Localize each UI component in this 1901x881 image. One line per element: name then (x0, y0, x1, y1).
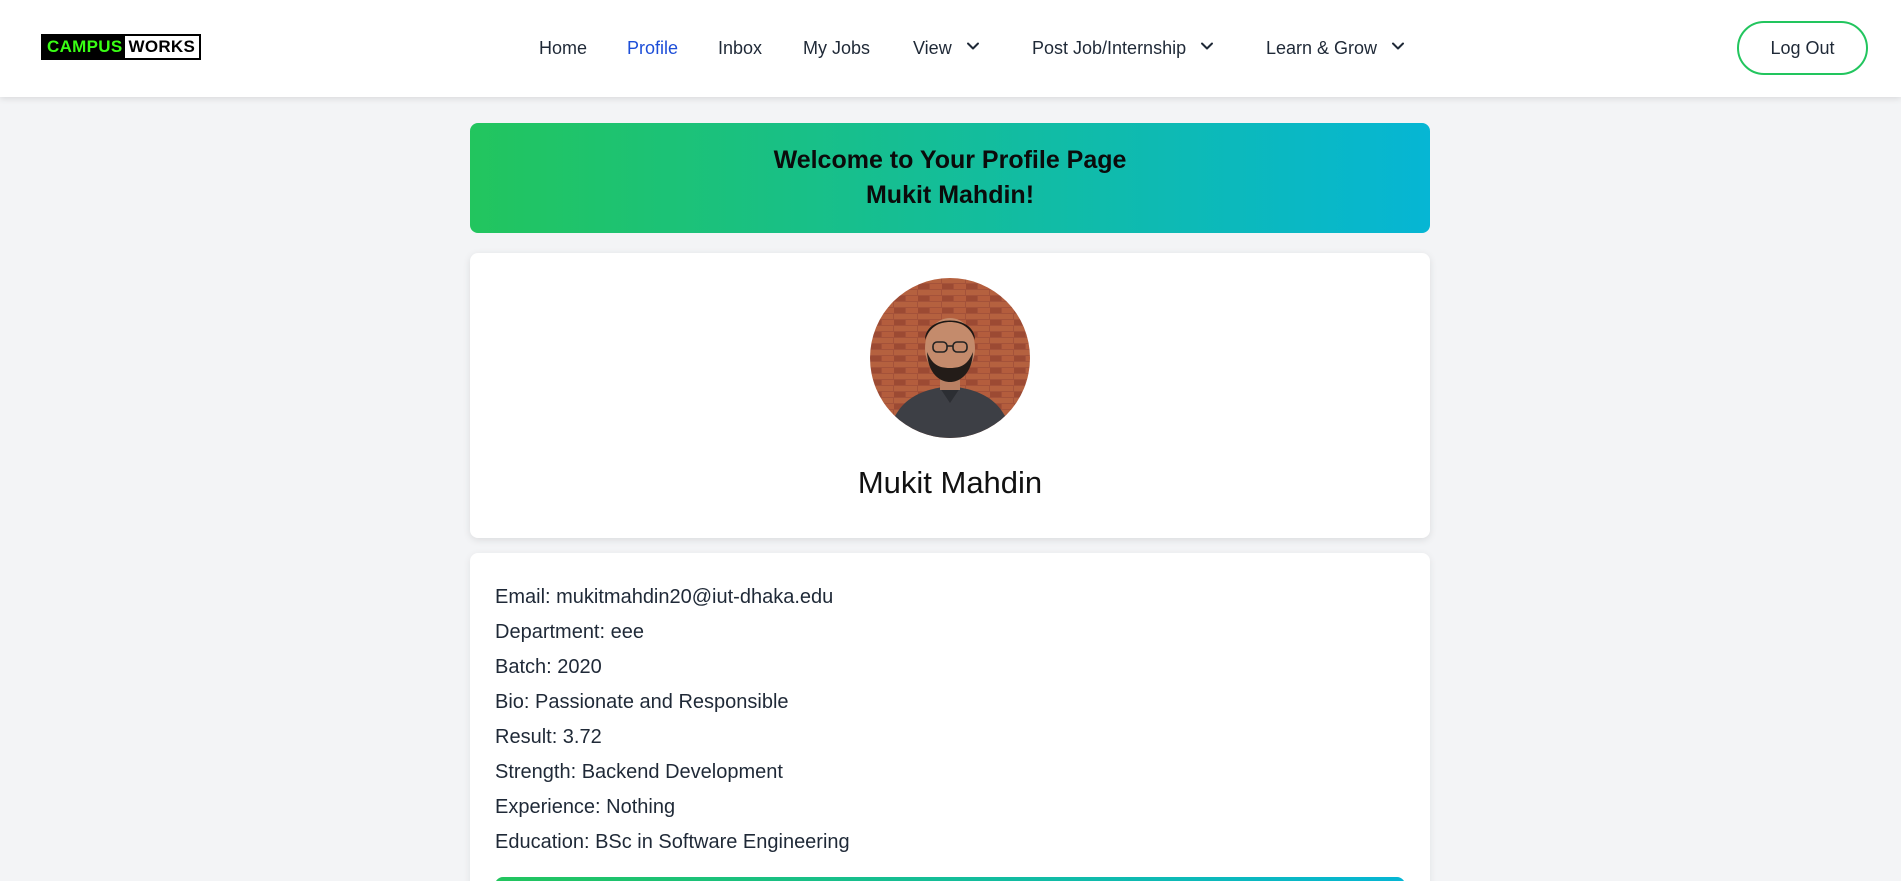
nav-view-label: View (913, 38, 952, 58)
profile-page: CAMPUS WORKS Home Profile Inbox My Jobs … (0, 0, 1901, 881)
nav-inbox-link[interactable]: Inbox (718, 36, 762, 60)
detail-batch: Batch: 2020 (495, 656, 602, 678)
welcome-banner: Welcome to Your Profile Page Mukit Mahdi… (470, 123, 1430, 233)
detail-experience: Experience: Nothing (495, 796, 676, 818)
welcome-heading: Welcome to Your Profile Page (773, 146, 1127, 174)
nav-learn-grow-label: Learn & Grow (1266, 38, 1378, 58)
nav-home-link[interactable]: Home (539, 36, 587, 60)
top-navbar: CAMPUS WORKS Home Profile Inbox My Jobs … (0, 0, 1901, 97)
nav-view-dropdown[interactable]: View (913, 36, 980, 60)
nav-my-jobs-link[interactable]: My Jobs (803, 36, 870, 60)
profile-name: Mukit Mahdin (857, 465, 1043, 500)
detail-strength: Strength: Backend Development (495, 761, 783, 783)
chevron-down-icon (1391, 39, 1405, 53)
welcome-user-name: Mukit Mahdin! (865, 181, 1035, 209)
avatar (870, 278, 1030, 438)
profile-photo (870, 278, 1030, 438)
edit-profile-button[interactable] (495, 877, 1405, 881)
nav-learn-grow-dropdown[interactable]: Learn & Grow (1266, 36, 1405, 60)
chevron-down-icon (966, 39, 980, 53)
main-nav: Home Profile Inbox My Jobs View Post Job… (0, 0, 1901, 97)
nav-post-job-dropdown[interactable]: Post Job/Internship (1032, 36, 1214, 60)
detail-education: Education: BSc in Software Engineering (495, 831, 850, 853)
logout-button[interactable]: Log Out (1737, 21, 1868, 75)
profile-details-list: Email: mukitmahdin20@iut-dhaka.edu Depar… (495, 580, 850, 860)
profile-details-card: Email: mukitmahdin20@iut-dhaka.edu Depar… (470, 553, 1430, 881)
detail-department: Department: eee (495, 621, 644, 643)
profile-card: Mukit Mahdin (470, 253, 1430, 538)
nav-post-job-label: Post Job/Internship (1032, 38, 1187, 58)
nav-profile-link[interactable]: Profile (627, 36, 678, 60)
chevron-down-icon (1200, 39, 1214, 53)
detail-email: Email: mukitmahdin20@iut-dhaka.edu (495, 586, 834, 608)
detail-bio: Bio: Passionate and Responsible (495, 691, 789, 713)
detail-result: Result: 3.72 (495, 726, 602, 748)
